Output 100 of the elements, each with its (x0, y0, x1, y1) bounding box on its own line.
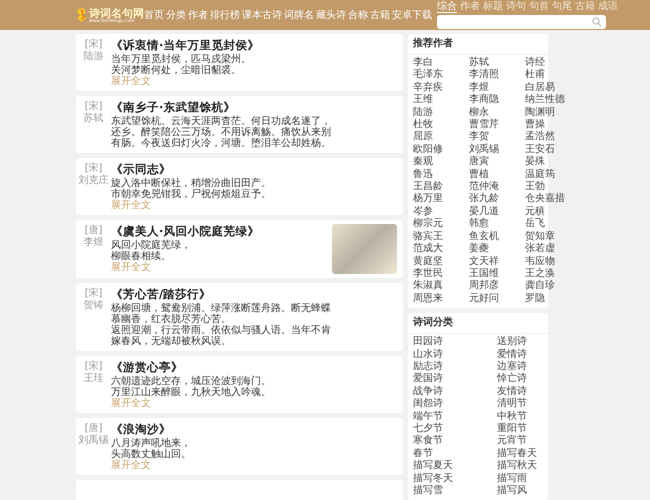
author-link[interactable]: 曹植 (469, 168, 525, 182)
author-link[interactable]: 王勃 (525, 181, 565, 194)
author-link[interactable]: 杜牧 (413, 119, 469, 132)
category-link[interactable]: 中秋节 (497, 410, 548, 423)
author-link[interactable]: 辛弃疾 (413, 82, 469, 94)
author-link[interactable]: 李白 (413, 57, 469, 70)
category-link[interactable]: 山水诗 (413, 348, 497, 361)
author-link[interactable]: 韩愈 (469, 218, 525, 231)
author-link[interactable]: 王国维 (469, 268, 525, 280)
author-link[interactable]: 陶渊明 (525, 106, 565, 120)
author-link[interactable]: 诗经 (525, 57, 565, 70)
author-link[interactable]: 王之涣 (525, 268, 565, 280)
category-link[interactable]: 边塞诗 (497, 360, 548, 374)
author-link[interactable]: 姜夔 (469, 243, 525, 256)
author-link[interactable]: 岑参 (413, 206, 469, 218)
category-link[interactable]: 七夕节 (413, 422, 497, 436)
poem-title[interactable]: 《浪淘沙》 (111, 422, 171, 437)
category-link[interactable]: 描写雨 (497, 472, 548, 485)
category-link[interactable]: 闺怨诗 (413, 398, 497, 411)
poem-title[interactable]: 《芳心苦/踏莎行》 (111, 287, 212, 302)
poem-line: 旋入洛中断保社，稍增汾曲旧田产。 (111, 178, 271, 189)
author-link[interactable]: 黄庭坚 (413, 256, 469, 268)
category-link[interactable]: 爱情诗 (497, 348, 548, 361)
author-link[interactable]: 曹操 (525, 119, 565, 132)
author-link[interactable]: 仓央嘉措 (525, 193, 565, 206)
category-link[interactable]: 描写雪 (413, 485, 497, 498)
author-link[interactable]: 韦应物 (525, 256, 565, 268)
poem-line: 市朝幸免兕钳我，尸祝何烦俎豆予。 (111, 189, 271, 200)
author-link[interactable]: 晏几道 (469, 206, 525, 218)
category-link[interactable]: 端午节 (413, 410, 497, 423)
author-link[interactable]: 欧阳修 (413, 144, 469, 156)
author-link[interactable]: 周邦彦 (469, 280, 525, 293)
author-link[interactable]: 李贺 (469, 131, 525, 144)
category-link[interactable]: 描写冬天 (413, 472, 497, 485)
author-link[interactable]: 朱淑真 (413, 280, 469, 293)
author-link[interactable]: 毛泽东 (413, 69, 469, 82)
category-link[interactable]: 春节 (413, 448, 497, 460)
panel-title: 诗词分类 (408, 313, 548, 334)
author-link[interactable]: 屈原 (413, 131, 469, 144)
author-link[interactable]: 鱼玄机 (469, 230, 525, 244)
poem-title[interactable]: 《南乡子·东武望馀杭》 (111, 100, 236, 115)
category-link[interactable]: 寒食节 (413, 435, 497, 448)
author-link[interactable]: 纳兰性德 (525, 94, 565, 107)
dynasty-label: [唐] (84, 423, 102, 434)
category-link[interactable]: 送别诗 (497, 336, 548, 349)
poem-title[interactable]: 《游赏心亭》 (111, 360, 183, 375)
category-link[interactable]: 友情诗 (497, 386, 548, 398)
author-link[interactable]: 骆宾王 (413, 230, 469, 244)
author-link[interactable]: 李世民 (413, 268, 469, 280)
author-link[interactable]: 柳宗元 (413, 218, 469, 231)
author-link[interactable]: 张若虚 (525, 243, 565, 256)
author-link[interactable]: 白居易 (525, 82, 565, 94)
author-link[interactable]: 范仲淹 (469, 181, 525, 194)
author-link[interactable]: 晏殊 (525, 156, 565, 169)
category-link[interactable]: 清明节 (497, 398, 548, 411)
author-link[interactable]: 苏轼 (469, 57, 525, 70)
author-link[interactable]: 鲁迅 (413, 168, 469, 182)
author-link[interactable]: 李商隐 (469, 94, 525, 107)
poem-title[interactable]: 《示同志》 (111, 162, 171, 177)
search-icon[interactable] (592, 17, 602, 27)
category-link[interactable]: 描写秋天 (497, 460, 548, 473)
author-link[interactable]: 刘禹锡 (469, 144, 525, 156)
author-link[interactable]: 文天祥 (469, 256, 525, 268)
category-link[interactable]: 描写风 (497, 485, 548, 498)
category-link[interactable]: 元宵节 (497, 435, 548, 448)
author-link[interactable]: 周恩来 (413, 292, 469, 306)
author-link[interactable]: 王安石 (525, 144, 565, 156)
category-link[interactable]: 重阳节 (497, 422, 548, 436)
category-link[interactable]: 描写春天 (497, 448, 548, 460)
author-link[interactable]: 杜甫 (525, 69, 565, 82)
poem-line: 八月涛声吼地来， (111, 438, 191, 449)
author-link[interactable]: 范成大 (413, 243, 469, 256)
category-link[interactable]: 爱国诗 (413, 373, 497, 386)
author-link[interactable]: 王昌龄 (413, 181, 469, 194)
category-link[interactable]: 励志诗 (413, 360, 497, 374)
category-link[interactable]: 战争诗 (413, 386, 497, 398)
search-field[interactable] (437, 15, 606, 29)
poem-title[interactable]: 《诉衷情·当年万里觅封侯》 (111, 38, 260, 53)
poem-title[interactable]: 《虞美人·风回小院庭芜绿》 (111, 224, 260, 239)
author-link[interactable]: 陆游 (413, 106, 469, 120)
author-link[interactable]: 秦观 (413, 156, 469, 169)
author-link[interactable]: 柳永 (469, 106, 525, 120)
category-link[interactable]: 田园诗 (413, 336, 497, 349)
author-link[interactable]: 杨万里 (413, 193, 469, 206)
author-link[interactable]: 岳飞 (525, 218, 565, 231)
author-link[interactable]: 罗隐 (525, 292, 565, 306)
author-link[interactable]: 元好问 (469, 292, 525, 306)
author-link[interactable]: 温庭筠 (525, 168, 565, 182)
category-link[interactable]: 悼亡诗 (497, 373, 548, 386)
author-link[interactable]: 龚自珍 (525, 280, 565, 293)
author-link[interactable]: 唐寅 (469, 156, 525, 169)
author-link[interactable]: 贺知章 (525, 230, 565, 244)
author-link[interactable]: 曹雪芹 (469, 119, 525, 132)
author-link[interactable]: 王维 (413, 94, 469, 107)
author-link[interactable]: 李清照 (469, 69, 525, 82)
author-link[interactable]: 李煜 (469, 82, 525, 94)
author-link[interactable]: 张九龄 (469, 193, 525, 206)
category-link[interactable]: 描写夏天 (413, 460, 497, 473)
author-link[interactable]: 元稹 (525, 206, 565, 218)
author-link[interactable]: 孟浩然 (525, 131, 565, 144)
